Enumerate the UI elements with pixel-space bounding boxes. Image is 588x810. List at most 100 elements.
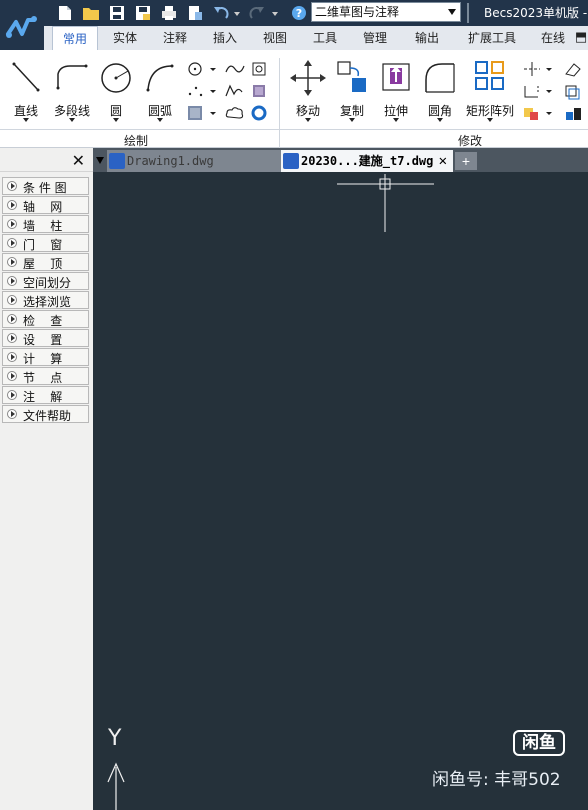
- region-tool[interactable]: [250, 60, 270, 78]
- tab-extensions[interactable]: 扩展工具: [456, 26, 528, 50]
- expand-arrow-icon: [7, 352, 17, 362]
- scatter-points-icon: [188, 86, 216, 97]
- doc-tab-active[interactable]: 20230...建施_t7.dwg ✕: [281, 150, 453, 172]
- tab-online[interactable]: 在线: [532, 26, 574, 50]
- print-icon[interactable]: [160, 4, 178, 22]
- menu-item-space-division[interactable]: 空间划分: [2, 272, 89, 290]
- fillet-tool[interactable]: 圆角: [420, 58, 460, 124]
- stretch-tool[interactable]: 拉伸: [376, 58, 416, 124]
- line-tool[interactable]: 直线: [6, 58, 46, 124]
- rect-array-tool[interactable]: 矩形阵列: [462, 58, 518, 124]
- join-tool[interactable]: [562, 104, 584, 122]
- menu-item-select-browse[interactable]: 选择浏览: [2, 291, 89, 309]
- undo-dropdown-icon[interactable]: [232, 4, 242, 22]
- line-tool-label: 直线: [13, 104, 38, 118]
- ribbon-group-titles: 绘制 修改: [0, 130, 588, 148]
- hatch-tool[interactable]: [186, 104, 220, 122]
- help-icon[interactable]: ?: [290, 4, 308, 22]
- circle-tool-label: 圆: [109, 104, 122, 118]
- new-icon[interactable]: [56, 4, 74, 22]
- dwg-file-icon: [283, 153, 299, 169]
- stretch-icon: [382, 63, 410, 91]
- publish-icon[interactable]: [186, 4, 204, 22]
- wipeout-tool[interactable]: [250, 82, 270, 100]
- menu-item-file-help[interactable]: 文件帮助: [2, 405, 89, 423]
- tab-view[interactable]: 视图: [252, 26, 298, 50]
- drawing-canvas[interactable]: Y: [93, 172, 588, 810]
- chevron-down-icon: [305, 118, 311, 122]
- doc-tab-label: 20230...建施_t7.dwg: [301, 154, 434, 168]
- hatch-points-tool[interactable]: [186, 82, 220, 100]
- save-as-icon[interactable]: [134, 4, 152, 22]
- menu-item-condition-drawing[interactable]: 条 件 图: [2, 177, 89, 195]
- polyline-tool[interactable]: 多段线: [50, 58, 94, 124]
- chevron-down-icon: [157, 118, 163, 122]
- redo-icon[interactable]: [248, 4, 266, 22]
- open-icon[interactable]: [82, 4, 100, 22]
- extend-tool[interactable]: [522, 82, 556, 100]
- cloud-tool[interactable]: [224, 104, 246, 122]
- polyline-tool-label: 多段线: [53, 104, 90, 118]
- tab-output[interactable]: 输出: [404, 26, 450, 50]
- menu-item-roof[interactable]: 屋 顶: [2, 253, 89, 271]
- menu-item-door-window[interactable]: 门 窗: [2, 234, 89, 252]
- doc-tab-drawing1[interactable]: Drawing1.dwg: [107, 150, 281, 172]
- menu-item-annotation[interactable]: 注 解: [2, 386, 89, 404]
- spline-tool[interactable]: [224, 60, 246, 78]
- chevron-down-icon: [23, 118, 29, 122]
- eraser-icon: [565, 63, 581, 77]
- tabbar-more-icon[interactable]: ⬒: [574, 26, 588, 50]
- tab-list-dropdown-icon[interactable]: [96, 157, 104, 164]
- offset-tool[interactable]: [562, 82, 584, 100]
- undo-icon[interactable]: [212, 4, 230, 22]
- spline-icon: [225, 65, 245, 73]
- doc-tab-label: Drawing1.dwg: [127, 154, 214, 168]
- circle-tool[interactable]: 圆: [96, 58, 136, 124]
- new-tab-button[interactable]: +: [455, 152, 477, 170]
- copy-tool[interactable]: 复制: [332, 58, 372, 124]
- wipeout-icon: [253, 85, 265, 97]
- tab-manage[interactable]: 管理: [352, 26, 398, 50]
- workspace-select[interactable]: 二维草图与注释: [311, 2, 461, 22]
- rect-array-icon: [475, 61, 504, 90]
- point-tool[interactable]: [186, 60, 220, 78]
- erase-tool[interactable]: [562, 60, 584, 78]
- arc-tool[interactable]: 圆弧: [140, 58, 180, 124]
- arc-tool-label: 圆弧: [147, 104, 172, 118]
- expand-arrow-icon: [7, 314, 17, 324]
- tab-annotate[interactable]: 注释: [152, 26, 198, 50]
- point-icon: [188, 62, 216, 76]
- menu-item-axis-grid[interactable]: 轴 网: [2, 196, 89, 214]
- tab-tools[interactable]: 工具: [302, 26, 348, 50]
- revision-icon: [225, 84, 243, 97]
- expand-arrow-icon: [7, 219, 17, 229]
- move-icon: [290, 60, 326, 96]
- ucs-icon: Y: [107, 726, 125, 810]
- redo-dropdown-icon[interactable]: [270, 4, 280, 22]
- ribbon-group-separator: [279, 58, 280, 148]
- app-title: Becs2023单机版 -: [484, 6, 588, 20]
- explode-tool[interactable]: [522, 104, 556, 122]
- ribbon-tab-bar: 常用 实体 注释 插入 视图 工具 管理 输出 扩展工具 在线 ⬒: [44, 26, 588, 50]
- expand-arrow-icon: [7, 276, 17, 286]
- revision-tool[interactable]: [224, 82, 246, 100]
- offset-icon: [565, 85, 580, 100]
- move-tool[interactable]: 移动: [286, 58, 330, 124]
- menu-item-check[interactable]: 检 查: [2, 310, 89, 328]
- close-icon[interactable]: ✕: [439, 150, 447, 172]
- close-icon[interactable]: ✕: [72, 151, 85, 171]
- save-icon[interactable]: [108, 4, 126, 22]
- menu-item-wall-column[interactable]: 墙 柱: [2, 215, 89, 233]
- tab-common[interactable]: 常用: [52, 26, 98, 50]
- tab-insert[interactable]: 插入: [202, 26, 248, 50]
- app-logo[interactable]: [0, 0, 44, 50]
- workspace-select-value: 二维草图与注释: [315, 5, 400, 19]
- trim-tool[interactable]: [522, 60, 556, 78]
- chevron-down-icon: [349, 118, 355, 122]
- tab-solid[interactable]: 实体: [102, 26, 148, 50]
- menu-item-calculate[interactable]: 计 算: [2, 348, 89, 366]
- donut-tool[interactable]: [250, 104, 270, 122]
- menu-item-settings[interactable]: 设 置: [2, 329, 89, 347]
- expand-arrow-icon: [7, 333, 17, 343]
- menu-item-node[interactable]: 节 点: [2, 367, 89, 385]
